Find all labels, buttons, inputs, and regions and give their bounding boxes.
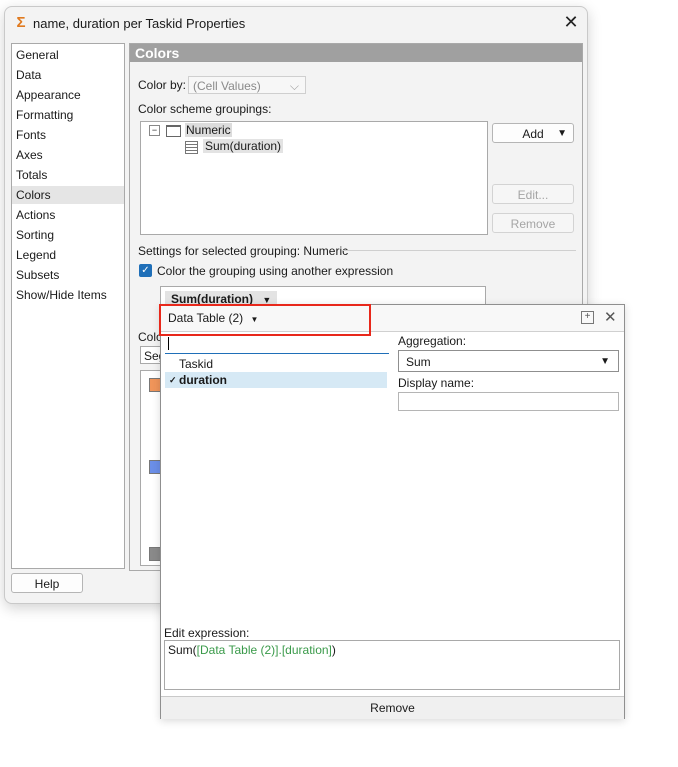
collapse-icon[interactable]: − [149,125,160,136]
display-name-label: Display name: [398,376,475,390]
color-by-select[interactable]: (Cell Values) ⌵ [188,76,306,94]
nav-item-general[interactable]: General [12,46,124,64]
pin-icon[interactable]: + [581,311,594,324]
column-icon [185,141,198,154]
edit-expression-label: Edit expression: [164,626,250,640]
column-item-duration-label: duration [179,373,227,387]
nav-item-appearance[interactable]: Appearance [12,86,124,104]
add-button-label: Add [522,127,544,141]
close-icon[interactable]: ✕ [604,308,617,326]
aggregation-label: Aggregation: [398,334,467,348]
column-item-duration[interactable]: ✓ duration [165,372,387,388]
column-search-input[interactable] [165,334,389,354]
folder-icon [166,125,181,137]
nav-item-colors[interactable]: Colors [12,186,124,204]
remove-grouping-button[interactable]: Remove [492,213,574,233]
color-by-value: (Cell Values) [193,79,261,93]
nav-item-legend[interactable]: Legend [12,246,124,264]
color-grouping-checkbox-label: Color the grouping using another express… [157,264,394,278]
nav-item-totals[interactable]: Totals [12,166,124,184]
highlight-box [159,304,371,336]
nav-item-sorting[interactable]: Sorting [12,226,124,244]
nav-item-fonts[interactable]: Fonts [12,126,124,144]
tree-node-numeric[interactable]: Numeric [185,123,232,137]
dropdown-arrow-icon: ▼ [557,128,567,139]
groupings-tree: − Numeric Sum(duration) [140,121,488,235]
nav-item-show-hide-items[interactable]: Show/Hide Items [12,286,124,304]
nav-item-formatting[interactable]: Formatting [12,106,124,124]
expression-close-paren: ) [331,643,336,657]
title-bar: Σ name, duration per Taskid Properties ✕ [5,7,587,39]
dropdown-arrow-icon: ▼ [600,356,610,367]
checkmark-icon: ✓ [169,375,177,385]
expression-editor[interactable]: Sum([Data Table (2)].[duration]) [164,640,620,690]
column-selector-popup: Data Table (2) ▼ + ✕ Taskid ✓ duration A… [160,304,625,719]
settings-label: Settings for selected grouping: Numeric [138,244,349,258]
text-cursor [168,337,169,350]
remove-button[interactable]: Remove [161,696,624,719]
chevron-down-icon: ⌵ [289,79,299,93]
help-button[interactable]: Help [11,573,83,593]
divider [342,250,576,251]
nav-item-actions[interactable]: Actions [12,206,124,224]
expression-table-ref: [Data Table (2)] [196,643,279,657]
display-name-input[interactable] [398,392,619,411]
expression-function: Sum( [168,643,197,657]
section-title: Colors [130,44,582,62]
aggregation-select[interactable]: Sum ▼ [398,350,619,372]
column-item-taskid[interactable]: Taskid [165,356,387,372]
scheme-groupings-label: Color scheme groupings: [138,102,272,116]
category-list: General Data Appearance Formatting Fonts… [11,43,125,569]
checkbox-checked-icon[interactable]: ✓ [139,264,152,277]
add-button[interactable]: Add ▼ [492,123,574,143]
nav-item-subsets[interactable]: Subsets [12,266,124,284]
color-by-label: Color by: [138,78,187,92]
aggregation-value: Sum [406,355,431,369]
nav-item-data[interactable]: Data [12,66,124,84]
edit-button[interactable]: Edit... [492,184,574,204]
tree-node-sum-duration[interactable]: Sum(duration) [203,139,284,153]
close-icon[interactable]: ✕ [561,12,581,32]
nav-item-axes[interactable]: Axes [12,146,124,164]
window-title: name, duration per Taskid Properties [33,16,246,31]
app-icon: Σ [16,14,26,31]
expression-column-ref: [duration] [281,643,332,657]
